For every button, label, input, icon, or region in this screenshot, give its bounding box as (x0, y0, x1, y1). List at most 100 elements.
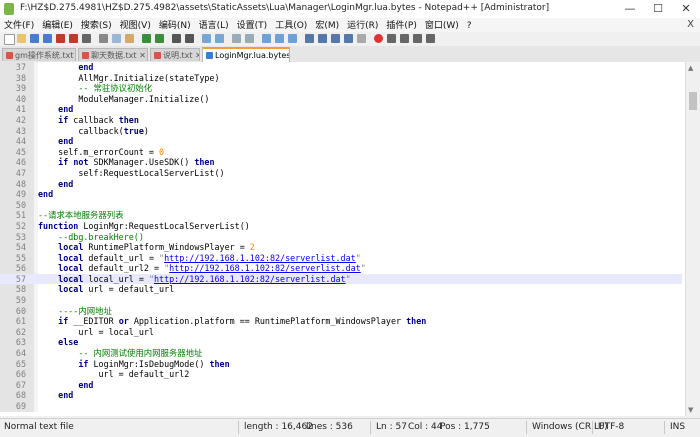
line-text[interactable]: -- 常驻协议初始化 (38, 83, 152, 94)
function-list-icon[interactable] (331, 34, 340, 43)
sync-horizontal-icon[interactable] (245, 34, 254, 43)
tab-loginmgr[interactable]: LoginMgr.lua.bytes ✕ (202, 47, 290, 62)
line-text[interactable]: function LoginMgr:RequestLocalServerList… (38, 221, 250, 232)
redo-icon[interactable] (155, 34, 164, 43)
code-line[interactable]: 40 ModuleManager.Initialize() (0, 94, 682, 105)
code-line[interactable]: 46 if not SDKManager.UseSDK() then (0, 157, 682, 168)
line-text[interactable]: local RuntimePlatform_WindowsPlayer = 2 (38, 242, 255, 253)
code-line[interactable]: 69 (0, 401, 682, 412)
menu-window[interactable]: 窗口(W) (421, 19, 463, 33)
vertical-scrollbar[interactable]: ▲ ▼ (685, 62, 700, 416)
zoom-out-icon[interactable] (215, 34, 224, 43)
paste-icon[interactable] (125, 34, 134, 43)
stop-macro-icon[interactable] (387, 34, 396, 43)
tab-readme[interactable]: 说明.txt ✕ (150, 48, 200, 61)
menu-encoding[interactable]: 编码(N) (155, 19, 195, 33)
menu-file[interactable]: 文件(F) (0, 19, 38, 33)
code-line[interactable]: 55 local default_url = "http://192.168.1… (0, 253, 682, 264)
menu-help[interactable]: ? (463, 19, 476, 33)
menu-tools[interactable]: 工具(O) (271, 19, 311, 33)
code-line[interactable]: 67 end (0, 380, 682, 391)
line-text[interactable]: end (38, 136, 73, 147)
udl-icon[interactable] (305, 34, 314, 43)
scrollbar-thumb[interactable] (689, 92, 697, 110)
monitoring-icon[interactable] (357, 34, 366, 43)
code-line[interactable]: 48 end (0, 179, 682, 190)
save-icon[interactable] (30, 34, 39, 43)
zoom-in-icon[interactable] (202, 34, 211, 43)
code-line[interactable]: 37 end (0, 62, 682, 73)
cut-icon[interactable] (99, 34, 108, 43)
code-line[interactable]: 41 end (0, 104, 682, 115)
code-line[interactable]: 56 local default_url2 = "http://192.168.… (0, 263, 682, 274)
line-text[interactable]: if LoginMgr:IsDebugMode() then (38, 359, 230, 370)
line-text[interactable]: if not SDKManager.UseSDK() then (38, 157, 215, 168)
line-text[interactable]: ----内网地址 (38, 306, 112, 317)
line-text[interactable]: callback(true) (38, 126, 149, 137)
menu-language[interactable]: 语言(L) (195, 19, 233, 33)
open-file-icon[interactable] (17, 34, 26, 43)
editor-area[interactable]: 37 end38 AllMgr.Initialize(stateType)39 … (0, 62, 700, 416)
line-text[interactable]: --dbg.breakHere() (38, 232, 144, 243)
undo-icon[interactable] (142, 34, 151, 43)
new-file-icon[interactable] (4, 34, 15, 45)
menu-plugins[interactable]: 插件(P) (382, 19, 420, 33)
code-line[interactable]: 65 if LoginMgr:IsDebugMode() then (0, 359, 682, 370)
menu-search[interactable]: 搜索(S) (77, 19, 116, 33)
tab-chat-data[interactable]: 聊天数据.txt ✕ (78, 48, 148, 61)
close-button[interactable]: ✕ (672, 0, 700, 18)
code-line[interactable]: 52function LoginMgr:RequestLocalServerLi… (0, 221, 682, 232)
tab-close-icon[interactable]: ✕ (139, 51, 146, 60)
code-line[interactable]: 62 url = local_url (0, 327, 682, 338)
line-text[interactable]: AllMgr.Initialize(stateType) (38, 73, 220, 84)
save-all-icon[interactable] (43, 34, 52, 43)
print-icon[interactable] (82, 34, 91, 43)
sync-vertical-icon[interactable] (232, 34, 241, 43)
indent-guide-icon[interactable] (288, 34, 297, 43)
line-text[interactable]: end (38, 189, 53, 200)
code-line[interactable]: 44 end (0, 136, 682, 147)
code-line[interactable]: 64 -- 内网测试使用内网服务器地址 (0, 348, 682, 359)
line-text[interactable]: url = default_url2 (38, 369, 189, 380)
menu-edit[interactable]: 编辑(E) (38, 19, 77, 33)
save-macro-icon[interactable] (426, 34, 435, 43)
line-text[interactable]: -- 内网测试使用内网服务器地址 (38, 348, 202, 359)
line-text[interactable]: end (38, 104, 73, 115)
line-text[interactable]: ModuleManager.Initialize() (38, 94, 209, 105)
tab-close-icon[interactable]: ✕ (195, 51, 200, 60)
code-line[interactable]: 53 --dbg.breakHere() (0, 232, 682, 243)
code-line[interactable]: 68 end (0, 390, 682, 401)
code-line[interactable]: 50 (0, 200, 682, 211)
line-text[interactable]: end (38, 179, 73, 190)
code-line[interactable]: 43 callback(true) (0, 126, 682, 137)
line-text[interactable]: else (38, 337, 78, 348)
find-icon[interactable] (172, 34, 181, 43)
code-line[interactable]: 60 ----内网地址 (0, 306, 682, 317)
code-line[interactable]: 49end (0, 189, 682, 200)
show-all-chars-icon[interactable] (275, 34, 284, 43)
code-line[interactable]: 39 -- 常驻协议初始化 (0, 83, 682, 94)
code-line[interactable]: 45 self.m_errorCount = 0 (0, 147, 682, 158)
menu-view[interactable]: 视图(V) (116, 19, 155, 33)
scroll-up-icon[interactable]: ▲ (688, 64, 693, 72)
close-all-icon[interactable] (69, 34, 78, 43)
code-line[interactable]: 47 self:RequestLocalServerList() (0, 168, 682, 179)
menu-macro[interactable]: 宏(M) (311, 19, 343, 33)
line-text[interactable]: local url = default_url (38, 284, 174, 295)
maximize-button[interactable]: ☐ (644, 0, 672, 18)
code-line[interactable]: 38 AllMgr.Initialize(stateType) (0, 73, 682, 84)
close-icon[interactable] (56, 34, 65, 43)
doc-map-icon[interactable] (318, 34, 327, 43)
line-text[interactable]: self:RequestLocalServerList() (38, 168, 225, 179)
line-text[interactable]: local default_url = "http://192.168.1.10… (38, 253, 361, 264)
code-line[interactable]: 54 local RuntimePlatform_WindowsPlayer =… (0, 242, 682, 253)
code-lines[interactable]: 37 end38 AllMgr.Initialize(stateType)39 … (0, 62, 682, 412)
code-line[interactable]: 59 (0, 295, 682, 306)
code-line[interactable]: 58 local url = default_url (0, 284, 682, 295)
line-text[interactable]: self.m_errorCount = 0 (38, 147, 164, 158)
line-text[interactable]: if callback then (38, 115, 139, 126)
code-line[interactable]: 61 if __EDITOR or Application.platform =… (0, 316, 682, 327)
line-text[interactable]: url = local_url (38, 327, 154, 338)
record-macro-icon[interactable] (374, 34, 383, 43)
folder-as-workspace-icon[interactable] (344, 34, 353, 43)
